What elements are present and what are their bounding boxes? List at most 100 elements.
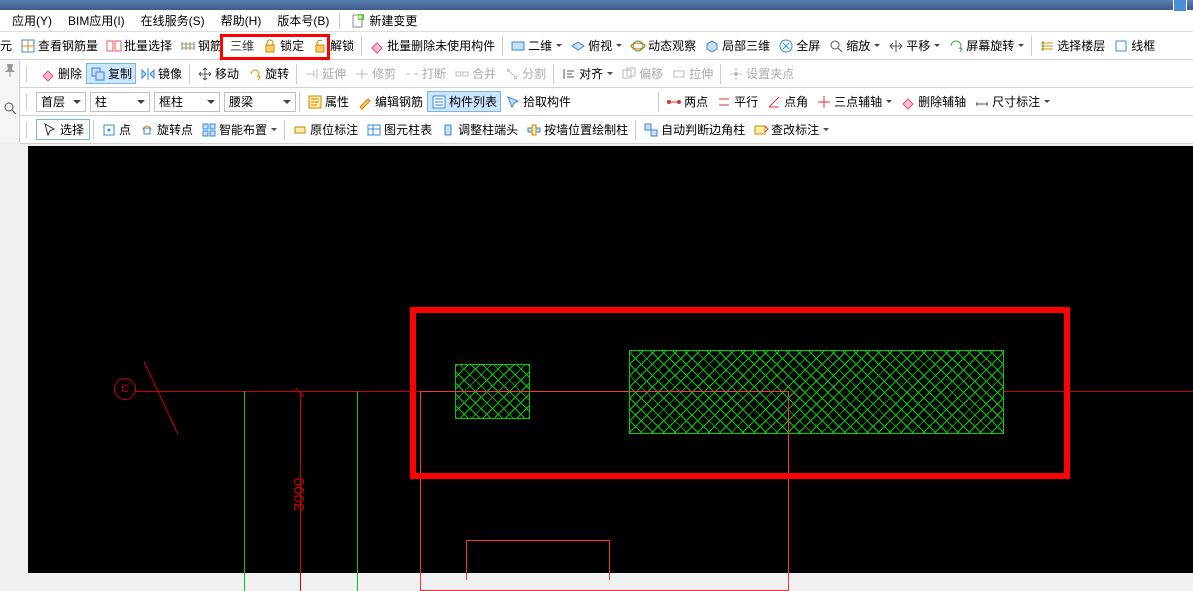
btn-orig-label[interactable]: 原位标注: [288, 119, 362, 140]
btn-delete-aux[interactable]: 删除辅轴: [896, 91, 970, 112]
grip: [26, 64, 32, 84]
btn-select[interactable]: 选择: [36, 119, 90, 140]
new-doc-icon: [350, 13, 366, 29]
btn-property[interactable]: 属性: [303, 91, 353, 112]
btn-wireframe[interactable]: 线框: [1109, 35, 1159, 56]
btn-point-angle[interactable]: 点角: [762, 91, 812, 112]
btn-extend[interactable]: 延伸: [300, 63, 350, 84]
dropdown-arrow-icon: [137, 100, 145, 104]
btn-screen-rotate[interactable]: 屏幕旋转: [944, 35, 1028, 56]
btn-by-wall-draw[interactable]: 按墙位置绘制柱: [522, 119, 632, 140]
align-icon: [561, 66, 577, 82]
btn-merge[interactable]: 合并: [450, 63, 500, 84]
grip: [26, 120, 32, 140]
menu-app[interactable]: 应用(Y): [4, 10, 60, 31]
btn-edit-rebar[interactable]: 编辑钢筋: [353, 91, 427, 112]
floor-icon: [1039, 38, 1055, 54]
lock-icon: [262, 38, 278, 54]
btn-dim-label[interactable]: 尺寸标注: [970, 91, 1054, 112]
menu-online[interactable]: 在线服务(S): [133, 10, 213, 31]
pick-icon: [505, 94, 521, 110]
dropdown-floor[interactable]: 首层: [36, 92, 86, 112]
btn-two-point[interactable]: 两点: [662, 91, 712, 112]
menu-version[interactable]: 版本号(B): [269, 10, 337, 31]
btn-local-3d[interactable]: 局部三维: [700, 35, 774, 56]
menu-help[interactable]: 帮助(H): [213, 10, 270, 31]
separator: [502, 36, 503, 56]
pan-icon: [888, 38, 904, 54]
btn-align[interactable]: 对齐: [557, 63, 617, 84]
dropdown-arrow-icon: [886, 100, 892, 103]
batch-sel-icon: [106, 38, 122, 54]
search-icon[interactable]: [2, 100, 18, 116]
btn-component-list[interactable]: 构件列表: [427, 91, 501, 112]
btn-check-label[interactable]: 查改标注: [749, 119, 833, 140]
btn-pick-component[interactable]: 拾取构件: [501, 91, 575, 112]
menu-new-change[interactable]: 新建变更: [342, 10, 425, 31]
menu-bim[interactable]: BIM应用(I): [60, 10, 133, 31]
btn-adjust-col-end[interactable]: 调整柱端头: [436, 119, 522, 140]
btn-pan[interactable]: 平移: [884, 35, 944, 56]
separator: [720, 64, 721, 84]
topview-icon: [570, 38, 586, 54]
btn-col-table[interactable]: 图元柱表: [362, 119, 436, 140]
btn-view-rebar[interactable]: 查看钢筋量: [16, 35, 102, 56]
dropdown-arrow-icon: [283, 100, 291, 104]
drawing-canvas[interactable]: C 3000: [28, 146, 1193, 573]
btn-offset[interactable]: 偏移: [617, 63, 667, 84]
del-aux-icon: [900, 94, 916, 110]
plan-rect-2[interactable]: [466, 540, 610, 580]
dropdown-arrow-icon: [616, 44, 622, 47]
btn-3d[interactable]: 三维: [226, 35, 258, 56]
btn-point[interactable]: 点: [97, 119, 135, 140]
btn-zoom[interactable]: 缩放: [824, 35, 884, 56]
btn-split[interactable]: 分割: [500, 63, 550, 84]
btn-dyn-observe[interactable]: 动态观察: [626, 35, 700, 56]
btn-select-floor[interactable]: 选择楼层: [1035, 35, 1109, 56]
list-icon: [431, 94, 447, 110]
left-rail: [0, 60, 20, 142]
dropdown-frame-column[interactable]: 框柱: [154, 92, 220, 112]
fullscreen-icon: [778, 38, 794, 54]
btn-yuan[interactable]: 元: [0, 35, 16, 56]
btn-copy[interactable]: 复制: [86, 63, 136, 84]
btn-rebar[interactable]: 钢筋: [176, 35, 226, 56]
btn-fullscreen[interactable]: 全屏: [774, 35, 824, 56]
btn-smart-layout[interactable]: 智能布置: [197, 119, 281, 140]
btn-topview[interactable]: 俯视: [566, 35, 626, 56]
btn-set-grip[interactable]: 设置夹点: [724, 63, 798, 84]
separator: [284, 120, 285, 140]
btn-auto-corner[interactable]: 自动判断边角柱: [639, 119, 749, 140]
rot-pt-icon: [139, 122, 155, 138]
delete-icon: [40, 66, 56, 82]
btn-move[interactable]: 移动: [193, 63, 243, 84]
btn-parallel[interactable]: 平行: [712, 91, 762, 112]
btn-stretch[interactable]: 拉伸: [667, 63, 717, 84]
pin-icon[interactable]: [2, 62, 18, 78]
rebar-qty-icon: [20, 38, 36, 54]
separator: [553, 64, 554, 84]
grid-line: [244, 391, 245, 591]
dropdown-waist-beam[interactable]: 腰梁: [224, 92, 296, 112]
three-pt-icon: [816, 94, 832, 110]
btn-batch-select[interactable]: 批量选择: [102, 35, 176, 56]
split-icon: [504, 66, 520, 82]
menu-new-change-label: 新建变更: [369, 12, 417, 29]
toolbar-draw: 选择 点 旋转点 智能布置 原位标注 图元柱表 调整柱端头 按墙位置绘制柱 自动…: [20, 116, 1193, 144]
btn-three-pt-aux[interactable]: 三点辅轴: [812, 91, 896, 112]
btn-delete[interactable]: 删除: [36, 63, 86, 84]
btn-lock[interactable]: 锁定: [258, 35, 308, 56]
dropdown-arrow-icon: [874, 44, 880, 47]
btn-rotate[interactable]: 旋转: [243, 63, 293, 84]
corner-icon: [643, 122, 659, 138]
btn-mirror[interactable]: 镜像: [136, 63, 186, 84]
btn-trim[interactable]: 修剪: [350, 63, 400, 84]
btn-unlock[interactable]: 解锁: [308, 35, 358, 56]
user-icon[interactable]: [1173, 0, 1187, 12]
dropdown-column[interactable]: 柱: [90, 92, 150, 112]
rotate-icon: [247, 66, 263, 82]
btn-rotate-point[interactable]: 旋转点: [135, 119, 197, 140]
btn-2d[interactable]: 二维: [506, 35, 566, 56]
btn-break[interactable]: 打断: [400, 63, 450, 84]
btn-batch-delete[interactable]: 批量删除未使用构件: [365, 35, 499, 56]
